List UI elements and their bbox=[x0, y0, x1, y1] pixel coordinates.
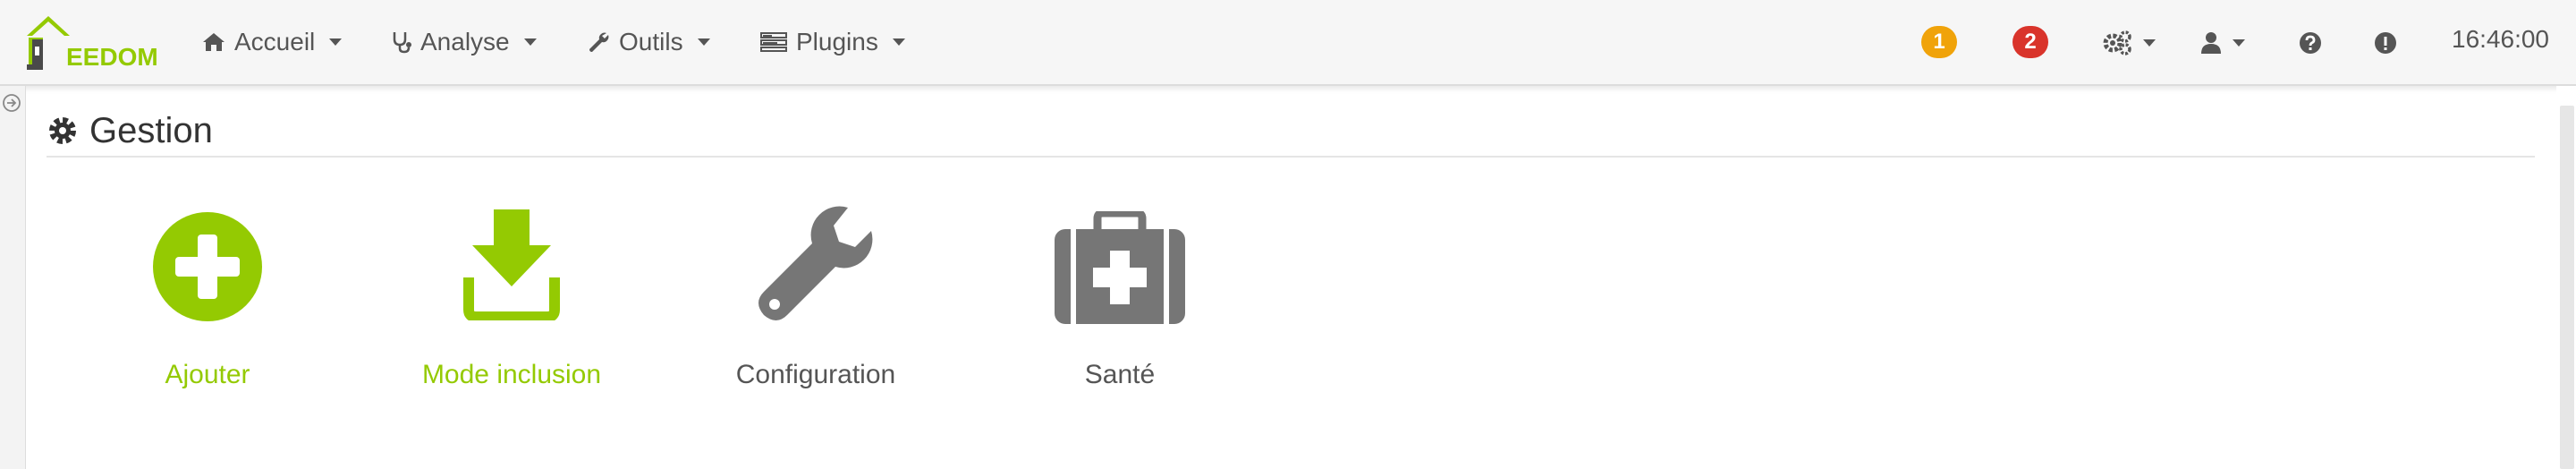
top-navbar: EEDOM Accueil Analyse Outils Plugins 1 2… bbox=[0, 0, 2576, 86]
health-button[interactable]: Santé bbox=[1004, 206, 1236, 403]
clock: 16:46:00 bbox=[2452, 25, 2549, 53]
tasks-icon bbox=[760, 32, 787, 52]
nav-menu-plugins[interactable]: Plugins bbox=[760, 24, 905, 60]
configuration-button[interactable]: Configuration bbox=[699, 206, 932, 403]
logo-text: EEDOM bbox=[66, 43, 158, 71]
nav-menu-accueil[interactable]: Accueil bbox=[202, 24, 343, 60]
question-icon bbox=[2300, 32, 2321, 54]
jeedom-logo[interactable]: EEDOM bbox=[23, 13, 158, 73]
notification-badge-warning[interactable]: 1 bbox=[1921, 26, 1957, 58]
wrench-icon bbox=[589, 32, 609, 52]
left-sidebar-strip bbox=[0, 86, 26, 469]
user-icon bbox=[2201, 32, 2221, 54]
wrench-icon bbox=[758, 206, 873, 320]
stethoscope-icon bbox=[393, 32, 411, 54]
nav-menu-analyse[interactable]: Analyse bbox=[392, 24, 537, 60]
chevron-down-icon bbox=[523, 38, 537, 46]
chevron-down-icon bbox=[2233, 39, 2245, 47]
nav-label-outils: Outils bbox=[619, 28, 683, 55]
exclamation-icon bbox=[2375, 32, 2396, 54]
section-header: Gestion bbox=[47, 106, 2535, 158]
sidebar-toggle[interactable] bbox=[2, 93, 21, 117]
nav-label-analyse: Analyse bbox=[420, 28, 510, 55]
home-icon bbox=[203, 33, 225, 51]
chevron-down-icon bbox=[697, 38, 710, 46]
add-equipment-button[interactable]: Ajouter bbox=[91, 206, 324, 403]
card-label-configuration: Configuration bbox=[735, 360, 896, 389]
section-title: Gestion bbox=[89, 110, 213, 150]
plus-circle-icon bbox=[153, 212, 262, 321]
settings-menu[interactable] bbox=[2102, 25, 2156, 61]
cogs-icon bbox=[2103, 30, 2131, 55]
messages-button[interactable] bbox=[2374, 25, 2397, 61]
nav-label-plugins: Plugins bbox=[796, 28, 878, 55]
gear-icon bbox=[49, 117, 76, 144]
download-icon bbox=[463, 209, 560, 320]
scrollbar-thumb[interactable] bbox=[2560, 106, 2574, 469]
medkit-icon bbox=[1055, 211, 1185, 324]
user-menu[interactable] bbox=[2200, 25, 2245, 61]
chevron-down-icon bbox=[329, 38, 343, 46]
chevron-down-icon bbox=[892, 38, 905, 46]
card-label-ajouter: Ajouter bbox=[165, 360, 250, 389]
nav-label-accueil: Accueil bbox=[234, 28, 316, 55]
arrow-circle-right-icon bbox=[3, 94, 21, 112]
help-button[interactable] bbox=[2299, 25, 2322, 61]
chevron-down-icon bbox=[2143, 39, 2156, 47]
notification-badge-error[interactable]: 2 bbox=[2012, 26, 2048, 58]
nav-menu-outils[interactable]: Outils bbox=[587, 24, 710, 60]
card-label-sante: Santé bbox=[1084, 360, 1156, 389]
inclusion-mode-button[interactable]: Mode inclusion bbox=[395, 206, 628, 403]
card-label-mode-inclusion: Mode inclusion bbox=[421, 360, 602, 389]
